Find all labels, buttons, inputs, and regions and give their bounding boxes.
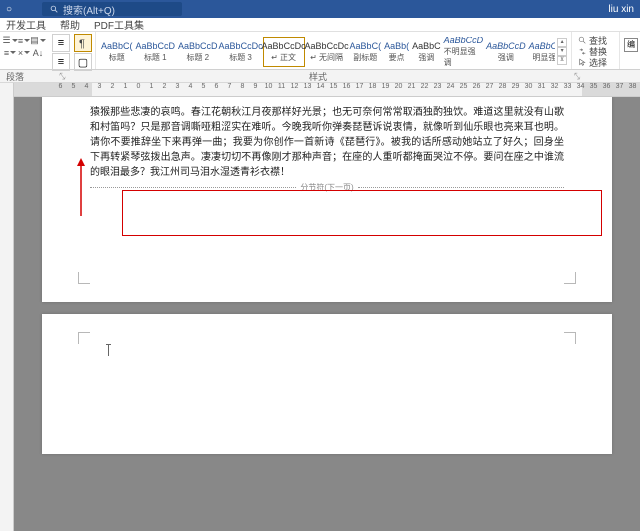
style-item-9[interactable]: AaBbCcD不明显强调 <box>443 37 485 67</box>
show-formatting-button[interactable]: ¶ <box>74 34 92 52</box>
margin-mark-br <box>564 272 576 284</box>
paragraph-dialog-launcher[interactable]: ⤡ <box>56 71 65 82</box>
margin-mark-bl <box>78 272 90 284</box>
find-icon <box>578 36 587 45</box>
user-name[interactable]: liu xin <box>608 4 640 15</box>
search-icon <box>50 5 59 14</box>
editor-icon[interactable]: 编 <box>624 38 638 52</box>
style-item-3[interactable]: AaBbCcDc标题 3 <box>220 37 262 67</box>
style-item-10[interactable]: AaBbCcD强调 <box>485 37 527 67</box>
style-item-4[interactable]: AaBbCcDc↵ 正文 <box>263 37 305 67</box>
style-item-11[interactable]: AaBbCcD明显强调 <box>528 37 556 67</box>
select-button[interactable]: 选择 <box>578 57 613 68</box>
margin-mark-tl <box>78 332 90 344</box>
body-paragraph[interactable]: 猿猴那些悲凄的哀鸣。春江花朝秋江月夜那样好光景；也无可奈何常常取酒独酌独饮。难道… <box>90 105 564 180</box>
page-scroll[interactable]: 猿猴那些悲凄的哀鸣。春江花朝秋江月夜那样好光景；也无可奈何常常取酒独酌独饮。难道… <box>14 97 640 531</box>
svg-text:¶: ¶ <box>79 38 85 49</box>
gallery-more-icon[interactable]: ⊻ <box>557 56 567 65</box>
title-bar: ○ 搜索(Alt+Q) liu xin <box>0 0 640 18</box>
vertical-ruler[interactable] <box>0 83 14 531</box>
margin-mark-tr <box>564 332 576 344</box>
gallery-scroll[interactable]: ▴ ▾ ⊻ <box>557 38 567 65</box>
ribbon: ☰ ≡ ▤ ≡ × A↓ ≡ ¶ ≡ <box>0 32 640 70</box>
multilevel-icon[interactable]: ▤ <box>32 35 44 46</box>
tab-pdf[interactable]: PDF工具集 <box>94 17 144 32</box>
shading-icon[interactable]: × <box>18 47 30 58</box>
style-item-7[interactable]: AaBb(要点 <box>383 37 410 67</box>
search-box[interactable]: 搜索(Alt+Q) <box>42 2 182 16</box>
style-item-8[interactable]: AaBbC强调 <box>411 37 442 67</box>
sort-icon[interactable]: A↓ <box>32 47 44 58</box>
document-area: 6543210123456789101112131415161718192021… <box>0 83 640 531</box>
bullets-icon[interactable]: ☰ <box>4 35 16 46</box>
search-placeholder: 搜索(Alt+Q) <box>63 2 115 17</box>
pilcrow-icon: ¶ <box>77 37 89 49</box>
style-item-2[interactable]: AaBbCcD标题 2 <box>177 37 219 67</box>
indent-left-icon[interactable]: ≡ <box>52 34 70 52</box>
text-cursor <box>108 344 114 356</box>
page-1[interactable]: 猿猴那些悲凄的哀鸣。春江花朝秋江月夜那样好光景；也无可奈何常常取酒独酌独饮。难道… <box>42 97 612 302</box>
tab-help[interactable]: 帮助 <box>60 17 80 32</box>
gallery-down-icon[interactable]: ▾ <box>557 47 567 56</box>
style-item-5[interactable]: AaBbCcDc↵ 无间隔 <box>306 37 348 67</box>
tab-devtools[interactable]: 开发工具 <box>6 17 46 32</box>
select-icon <box>578 58 587 67</box>
styles-gallery[interactable]: AaBbC(标题AaBbCcD标题 1AaBbCcD标题 2AaBbCcDc标题… <box>100 37 555 67</box>
style-item-6[interactable]: AaBbC(副标题 <box>349 37 383 67</box>
line-spacing-icon[interactable]: ≡ <box>52 53 70 71</box>
numbering-icon[interactable]: ≡ <box>18 35 30 46</box>
align-icon[interactable]: ≡ <box>4 47 16 58</box>
style-item-1[interactable]: AaBbCcD标题 1 <box>135 37 177 67</box>
autosave-icon[interactable]: ○ <box>6 4 12 15</box>
ribbon-group-labels: 段落 ⤡ 样式 ⤡ <box>0 70 640 83</box>
paragraph-controls: ☰ ≡ ▤ ≡ × A↓ <box>4 34 44 58</box>
gallery-up-icon[interactable]: ▴ <box>557 38 567 47</box>
styles-dialog-launcher[interactable]: ⤡ <box>571 71 580 82</box>
borders-icon[interactable]: ▢ <box>74 53 92 71</box>
annotation-red-box <box>122 190 602 236</box>
section-break-marker: 分节符(下一页) <box>90 182 564 193</box>
page-2[interactable] <box>42 314 612 454</box>
styles-group-label: 样式 <box>65 70 571 83</box>
style-item-0[interactable]: AaBbC(标题 <box>100 37 134 67</box>
replace-icon <box>578 47 587 56</box>
horizontal-ruler[interactable]: 6543210123456789101112131415161718192021… <box>14 83 640 97</box>
ribbon-tabs: 开发工具 帮助 PDF工具集 <box>0 18 640 32</box>
paragraph-group-label: 段落 <box>0 70 56 83</box>
